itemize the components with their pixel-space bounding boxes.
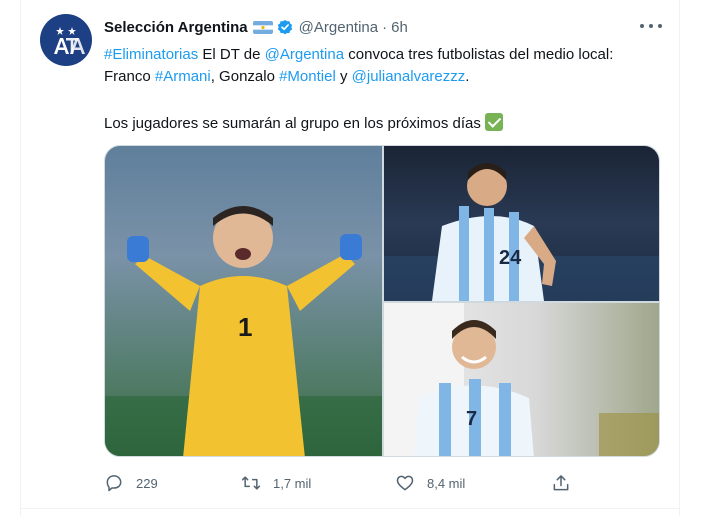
share-icon bbox=[553, 475, 569, 491]
more-options-icon[interactable] bbox=[640, 18, 662, 34]
tweet-actions: 229 1,7 mil 8,4 mil bbox=[104, 470, 660, 496]
tweet-header: Selección Argentina @Argentina · 6h bbox=[104, 16, 408, 38]
separator-dot: · bbox=[382, 18, 388, 36]
tweet-text: El DT de bbox=[198, 46, 265, 63]
svg-text:24: 24 bbox=[499, 247, 522, 269]
hashtag-link[interactable]: #Eliminatorias bbox=[104, 46, 198, 63]
check-mark-icon bbox=[484, 113, 503, 131]
tweet-timestamp[interactable]: 6h bbox=[391, 19, 408, 36]
tweet-text-line-3: Los jugadores se sumarán al grupo en los… bbox=[104, 113, 503, 134]
svg-text:7: 7 bbox=[466, 408, 477, 430]
afa-crest-icon bbox=[41, 15, 91, 65]
player-photo[interactable]: 24 bbox=[384, 146, 659, 301]
tweet-text: Los jugadores se sumarán al grupo en los… bbox=[104, 115, 481, 132]
reply-icon bbox=[106, 475, 122, 492]
verified-badge-icon bbox=[276, 18, 294, 36]
tweet-text-line-1: #Eliminatorias El DT de @Argentina convo… bbox=[104, 45, 613, 65]
retweet-icon bbox=[241, 476, 261, 490]
hashtag-link[interactable]: #Armani bbox=[155, 68, 211, 85]
avatar[interactable] bbox=[40, 14, 92, 66]
goalkeeper-photo[interactable]: 1 bbox=[105, 146, 382, 456]
retweet-count: 1,7 mil bbox=[273, 475, 312, 491]
tweet-text: y bbox=[335, 68, 352, 85]
like-button[interactable]: 8,4 mil bbox=[395, 470, 465, 496]
tweet-text: . bbox=[465, 68, 470, 85]
tweet-text: , Gonzalo bbox=[210, 68, 280, 85]
reply-button[interactable]: 229 bbox=[104, 470, 158, 496]
argentina-flag-icon bbox=[252, 20, 273, 34]
tweet-text: Franco bbox=[104, 68, 155, 85]
display-name[interactable]: Selección Argentina bbox=[104, 19, 248, 36]
svg-text:1: 1 bbox=[238, 312, 252, 342]
retweet-button[interactable]: 1,7 mil bbox=[241, 470, 311, 496]
divider bbox=[20, 508, 680, 509]
mention-link[interactable]: @Argentina bbox=[265, 46, 344, 63]
player-photo[interactable]: 7 bbox=[384, 303, 659, 456]
user-handle[interactable]: @Argentina bbox=[299, 19, 378, 36]
hashtag-link[interactable]: #Montiel bbox=[279, 68, 336, 85]
media-grid: 1 24 7 bbox=[104, 145, 660, 457]
heart-icon bbox=[396, 475, 414, 491]
tweet-text: convoca tres futbolistas del medio local… bbox=[344, 46, 614, 63]
mention-link[interactable]: @julianalvarezzz bbox=[352, 68, 466, 85]
reply-count: 229 bbox=[136, 475, 158, 491]
tweet-text-line-2: Franco #Armani, Gonzalo #Montiel y @juli… bbox=[104, 67, 469, 87]
like-count: 8,4 mil bbox=[427, 475, 466, 491]
share-button[interactable] bbox=[551, 470, 571, 496]
